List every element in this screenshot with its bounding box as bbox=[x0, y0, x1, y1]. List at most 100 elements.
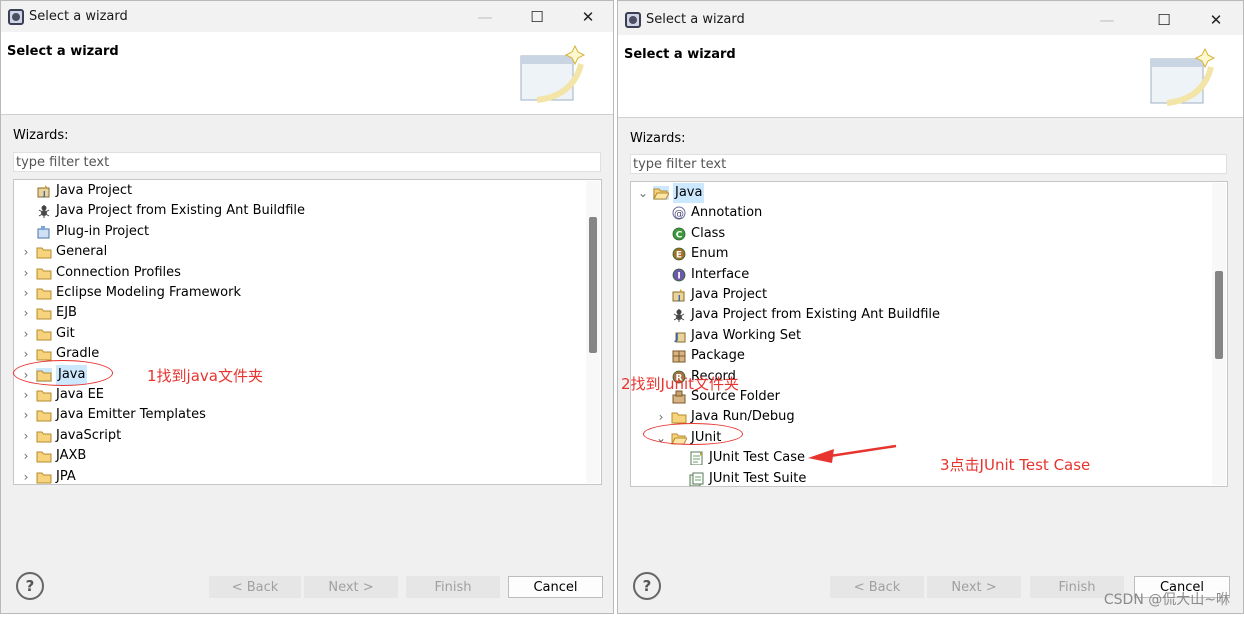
maximize-button[interactable]: ☐ bbox=[1141, 7, 1187, 33]
header-title: Select a wizard bbox=[624, 47, 736, 62]
window-title: Select a wizard bbox=[29, 9, 128, 24]
tree-item[interactable]: @ Annotation bbox=[631, 203, 1227, 223]
tree-item[interactable]: › JavaScript bbox=[14, 426, 601, 446]
minimize-button[interactable]: — bbox=[1084, 7, 1130, 33]
wizards-label: Wizards: bbox=[630, 131, 686, 146]
tree-item-label: Class bbox=[691, 225, 726, 241]
header-title: Select a wizard bbox=[7, 44, 119, 59]
tree-item-label: Enum bbox=[691, 246, 729, 262]
tree-item[interactable]: JUnit Test Suite bbox=[631, 469, 1227, 486]
tree-item-label: Plug-in Project bbox=[56, 223, 150, 239]
scrollbar-thumb[interactable] bbox=[589, 217, 597, 353]
chevron-right-icon[interactable]: › bbox=[20, 426, 32, 446]
tree-item[interactable]: › EJB bbox=[14, 303, 601, 323]
package-icon bbox=[671, 349, 687, 363]
filter-input[interactable]: type filter text bbox=[13, 152, 601, 172]
tree-item-label: Java Working Set bbox=[691, 327, 802, 343]
tree-item[interactable]: E Enum bbox=[631, 244, 1227, 264]
tree-item-label: JUnit Test Case bbox=[709, 450, 805, 466]
tree-item-label: JavaScript bbox=[56, 427, 122, 443]
tree-item[interactable]: J Java Project bbox=[631, 285, 1227, 305]
tree-item[interactable]: › General bbox=[14, 242, 601, 262]
tree-item-label: JAXB bbox=[56, 448, 87, 464]
annotation-step-2: 2找到Junit文件夹 bbox=[621, 375, 740, 393]
tree-item[interactable]: Plug-in Project bbox=[14, 222, 601, 242]
close-button[interactable]: ✕ bbox=[1193, 7, 1239, 33]
back-button[interactable]: < Back bbox=[830, 576, 924, 598]
svg-text:J: J bbox=[674, 332, 679, 343]
wizard-dialog-left: Select a wizard — ☐ ✕ Select a wizard Wi… bbox=[0, 0, 614, 614]
scrollbar-thumb[interactable] bbox=[1215, 271, 1223, 359]
chevron-right-icon[interactable]: › bbox=[20, 467, 32, 484]
wizards-label: Wizards: bbox=[13, 128, 69, 143]
tree-item[interactable]: Java Project from Existing Ant Buildfile bbox=[631, 305, 1227, 325]
tree-item-label: Java Project bbox=[56, 183, 133, 198]
vertical-scrollbar[interactable] bbox=[1212, 183, 1226, 485]
junit-folder-highlight-ellipse bbox=[643, 423, 743, 445]
tree-item-label: General bbox=[56, 244, 108, 260]
filter-input[interactable]: type filter text bbox=[630, 154, 1227, 174]
chevron-right-icon[interactable]: › bbox=[20, 283, 32, 303]
tree-item[interactable]: › Java EE bbox=[14, 385, 601, 405]
tree-item-label: Java bbox=[673, 183, 705, 203]
tree-item[interactable]: › Java Emitter Templates bbox=[14, 405, 601, 425]
svg-text:J: J bbox=[677, 294, 681, 302]
maximize-button[interactable]: ☐ bbox=[514, 4, 560, 30]
folder-icon bbox=[36, 245, 52, 259]
tree-item[interactable]: Java Project from Existing Ant Buildfile bbox=[14, 201, 601, 221]
ant-icon bbox=[36, 204, 52, 219]
tree-item[interactable]: ⌄ Java bbox=[631, 183, 1227, 203]
chevron-right-icon[interactable]: › bbox=[20, 385, 32, 405]
tree-item[interactable]: › JPA bbox=[14, 467, 601, 484]
chevron-right-icon[interactable]: › bbox=[20, 405, 32, 425]
next-button[interactable]: Next > bbox=[927, 576, 1021, 598]
help-icon[interactable]: ? bbox=[16, 572, 44, 600]
tree-item[interactable]: JUnit Test Case bbox=[631, 448, 1227, 468]
chevron-right-icon[interactable]: › bbox=[20, 242, 32, 262]
chevron-right-icon[interactable]: › bbox=[20, 344, 32, 364]
java-project-icon: J bbox=[36, 184, 52, 198]
svg-text:@: @ bbox=[674, 209, 684, 220]
tree-item-label: Java Project from Existing Ant Buildfile bbox=[691, 307, 941, 323]
tree-item-label: Java EE bbox=[56, 387, 105, 402]
tree-item[interactable]: C Class bbox=[631, 224, 1227, 244]
eclipse-app-icon bbox=[8, 9, 24, 25]
new-wizard-banner-icon bbox=[1150, 47, 1216, 106]
back-button[interactable]: < Back bbox=[209, 576, 301, 598]
svg-text:J: J bbox=[42, 190, 46, 198]
tree-item[interactable]: I Interface bbox=[631, 265, 1227, 285]
eclipse-app-icon bbox=[625, 12, 641, 28]
plugin-project-icon bbox=[36, 225, 52, 239]
annotation-icon: @ bbox=[671, 206, 687, 220]
cancel-button[interactable]: Cancel bbox=[508, 576, 603, 598]
tree-item[interactable]: › Connection Profiles bbox=[14, 263, 601, 283]
finish-button[interactable]: Finish bbox=[406, 576, 500, 598]
java-project-icon: J bbox=[671, 288, 687, 302]
help-icon[interactable]: ? bbox=[633, 572, 661, 600]
tree-item[interactable]: J Java Project bbox=[14, 181, 601, 201]
tree-item[interactable]: J Java Working Set bbox=[631, 326, 1227, 346]
tree-item[interactable]: Package bbox=[631, 346, 1227, 366]
svg-text:C: C bbox=[676, 230, 683, 240]
tree-item[interactable]: › Gradle bbox=[14, 344, 601, 364]
chevron-right-icon[interactable]: › bbox=[20, 324, 32, 344]
vertical-scrollbar[interactable] bbox=[586, 181, 600, 483]
tree-item[interactable]: › Eclipse Modeling Framework bbox=[14, 283, 601, 303]
chevron-right-icon[interactable]: › bbox=[20, 303, 32, 323]
chevron-right-icon[interactable]: › bbox=[20, 446, 32, 466]
tree-item-label: Java Emitter Templates bbox=[56, 407, 206, 423]
tree-item[interactable]: › JAXB bbox=[14, 446, 601, 466]
next-button[interactable]: Next > bbox=[304, 576, 398, 598]
tree-item-label: Connection Profiles bbox=[56, 264, 181, 280]
folder-icon bbox=[36, 286, 52, 300]
minimize-button[interactable]: — bbox=[462, 4, 508, 30]
enum-icon: E bbox=[671, 247, 687, 261]
new-wizard-banner-icon bbox=[520, 44, 586, 103]
working-set-icon: J bbox=[671, 329, 687, 343]
tree-item-label: Java Project bbox=[691, 287, 768, 302]
chevron-down-icon[interactable]: ⌄ bbox=[637, 183, 649, 203]
chevron-right-icon[interactable]: › bbox=[20, 263, 32, 283]
close-button[interactable]: ✕ bbox=[565, 4, 611, 30]
tree-item[interactable]: › Git bbox=[14, 324, 601, 344]
java-folder-highlight-ellipse bbox=[13, 360, 113, 386]
